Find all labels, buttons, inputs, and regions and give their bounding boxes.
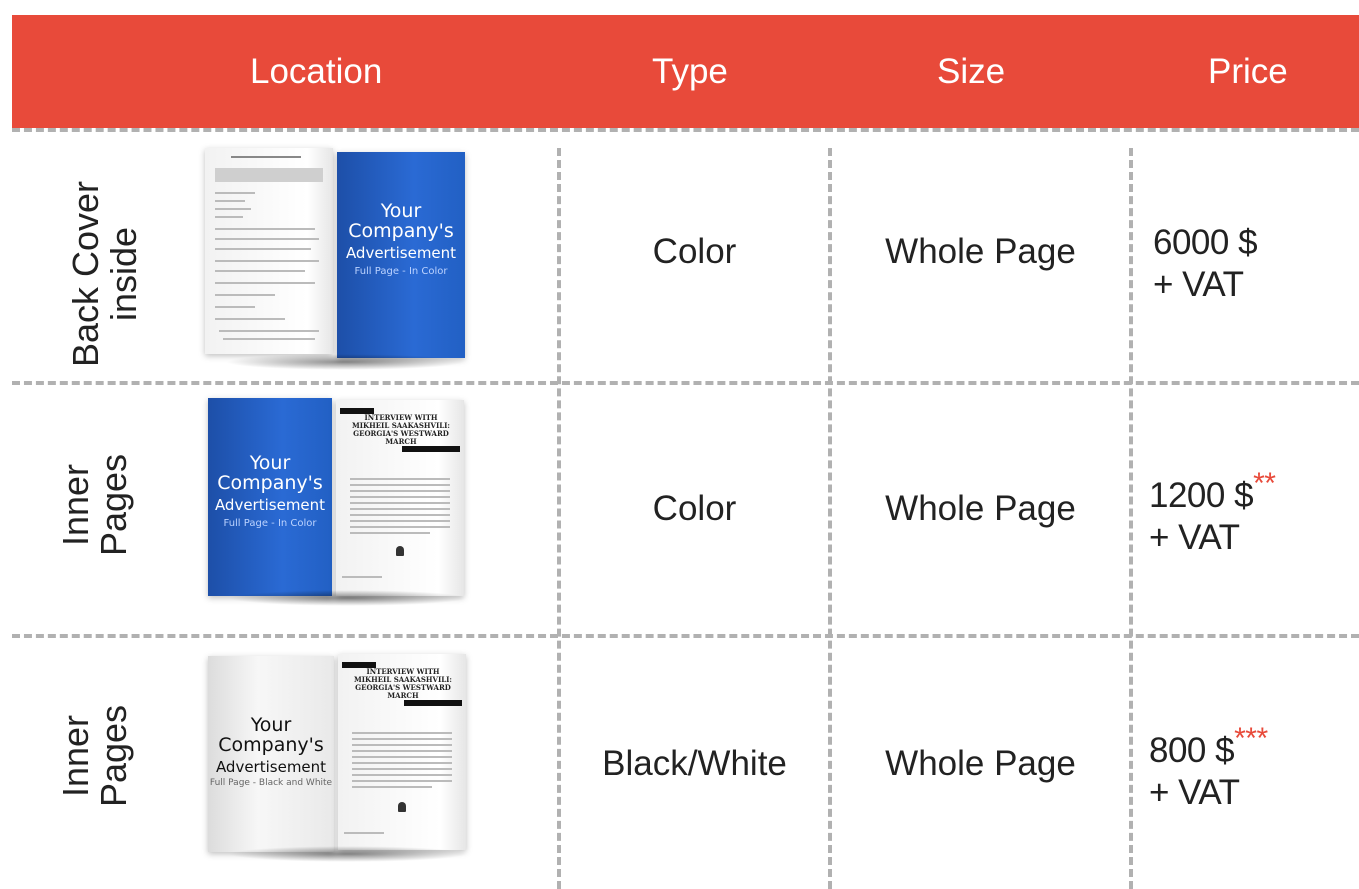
location-line-2: Pages [93, 704, 134, 808]
size-cell: Whole Page [885, 744, 1076, 783]
price-cell: 800 $*** + VAT [1149, 718, 1268, 814]
location-line-1: Back Cover [65, 180, 106, 368]
ad-your-text: Your [250, 714, 292, 736]
ad-your-text: Your [249, 452, 291, 474]
header-location: Location [250, 52, 383, 91]
article-headline: INTERVIEW WITH MIKHEIL SAAKASHVILI: GEOR… [354, 667, 452, 700]
magazine-shadow [228, 590, 468, 606]
logo-icon [396, 546, 404, 556]
location-label: Inner Pages [55, 390, 134, 620]
magazine-ad-page: Your Company's Advertisement Full Page -… [337, 152, 465, 358]
type-cell: Color [652, 489, 737, 528]
location-line-2: inside [103, 226, 144, 322]
size-cell: Whole Page [885, 232, 1076, 271]
type-cell: Color [652, 232, 737, 271]
price-vat: + VAT [1153, 265, 1244, 304]
magazine-shadow [225, 354, 465, 370]
magazine-image: Your Company's Advertisement Full Page -… [208, 652, 474, 878]
logo-icon [398, 802, 406, 812]
article-headline: INTERVIEW WITH MIKHEIL SAAKASHVILI: GEOR… [352, 413, 450, 446]
price-cell: 1200 $** + VAT [1149, 463, 1276, 559]
price-footnote-marker: ** [1253, 467, 1276, 500]
location-label: Back Cover inside [65, 149, 144, 399]
price-value: 800 $ [1149, 731, 1235, 770]
type-cell: Black/White [602, 744, 787, 783]
ad-sub-text: Full Page - In Color [354, 266, 448, 277]
table-header: Location Type Size Price [12, 15, 1359, 128]
location-line-1: Inner [55, 463, 96, 547]
magazine-article-page: INTERVIEW WITH MIKHEIL SAAKASHVILI: GEOR… [338, 654, 466, 850]
magazine-image: Your Company's Advertisement Full Page -… [205, 148, 471, 374]
ad-sub-text: Full Page - In Color [223, 518, 317, 529]
ad-company-text: Company's [217, 472, 323, 494]
row-divider [12, 381, 1359, 385]
ad-your-text: Your [380, 200, 422, 222]
magazine-image: Your Company's Advertisement Full Page -… [208, 398, 474, 624]
column-divider [1129, 148, 1133, 889]
price-footnote-marker: *** [1234, 722, 1268, 755]
header-type: Type [652, 52, 728, 91]
ad-advertisement-text: Advertisement [345, 244, 457, 262]
row-divider [12, 634, 1359, 638]
header-size: Size [937, 52, 1006, 91]
magazine-shadow [228, 846, 468, 862]
row-divider [12, 128, 1359, 132]
ad-company-text: Company's [218, 734, 324, 756]
price-value: 1200 $ [1149, 476, 1254, 515]
magazine-ad-page: Your Company's Advertisement Full Page -… [208, 398, 332, 596]
ad-company-text: Company's [348, 220, 454, 242]
price-vat: + VAT [1149, 773, 1240, 812]
header-price: Price [1208, 52, 1288, 91]
location-line-1: Inner [55, 714, 96, 798]
magazine-ad-page: Your Company's Advertisement Full Page -… [208, 656, 334, 852]
price-vat: + VAT [1149, 518, 1240, 557]
size-cell: Whole Page [885, 489, 1076, 528]
price-cell: 6000 $ + VAT [1153, 210, 1258, 306]
ad-sub-text: Full Page - Black and White [209, 778, 333, 788]
location-line-2: Pages [93, 453, 134, 557]
price-value: 6000 $ [1153, 223, 1258, 262]
ad-advertisement-text: Advertisement [215, 758, 327, 776]
magazine-article-page: INTERVIEW WITH MIKHEIL SAAKASHVILI: GEOR… [336, 400, 464, 596]
location-label: Inner Pages [55, 641, 134, 871]
ad-advertisement-text: Advertisement [214, 496, 326, 514]
magazine-left-page [205, 148, 333, 354]
